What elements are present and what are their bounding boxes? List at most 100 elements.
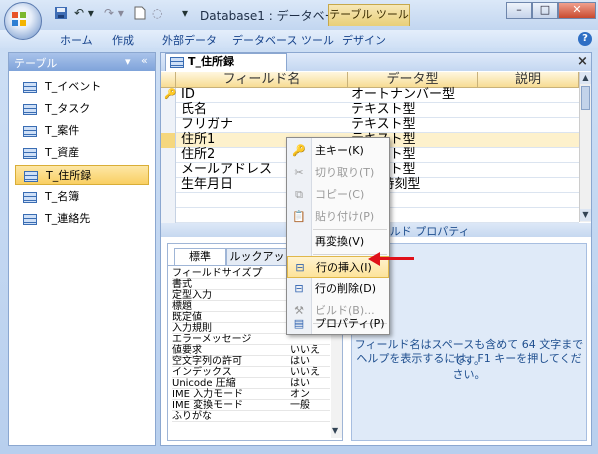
maximize-button[interactable]: □ bbox=[532, 2, 558, 19]
property-row[interactable]: 値要求 いいえ bbox=[172, 345, 330, 356]
menu-item-paste[interactable]: 📋 貼り付け(P) bbox=[287, 206, 389, 228]
annotation-arrow-line bbox=[374, 257, 414, 260]
scroll-thumb[interactable] bbox=[581, 86, 590, 110]
field-name-cell[interactable]: 氏名 bbox=[181, 103, 207, 117]
undo-icon[interactable]: ↶ ▾ bbox=[74, 6, 94, 22]
field-name-cell[interactable]: ID bbox=[181, 88, 195, 102]
quick-access-icon[interactable]: ◌ bbox=[152, 6, 162, 22]
tab-lookup[interactable]: ルックアップ bbox=[226, 248, 288, 279]
row-selector[interactable]: 🔑 bbox=[161, 88, 176, 103]
tab-create[interactable]: 作成 bbox=[112, 32, 134, 48]
data-type-cell[interactable]: テキスト型 bbox=[351, 103, 416, 117]
menu-item-primary-key[interactable]: 🔑 主キー(K) bbox=[287, 140, 389, 162]
scroll-up-icon[interactable]: ▲ bbox=[580, 72, 591, 84]
nav-item-t-roster[interactable]: T_名簿 bbox=[15, 187, 149, 207]
office-logo-icon bbox=[12, 12, 26, 26]
close-button[interactable]: ✕ bbox=[558, 2, 596, 19]
row-selector-header[interactable] bbox=[161, 72, 176, 88]
row-selector[interactable] bbox=[161, 118, 176, 133]
close-icon[interactable]: × bbox=[577, 54, 588, 69]
collapse-pane-icon[interactable]: « bbox=[141, 54, 148, 67]
scroll-down-icon[interactable]: ▼ bbox=[332, 426, 338, 435]
nav-item-t-address[interactable]: T_住所録 bbox=[15, 165, 149, 185]
column-header-data-type[interactable]: データ型 bbox=[348, 72, 478, 88]
table-icon bbox=[23, 147, 37, 159]
nav-item-t-event[interactable]: T_イベント bbox=[15, 77, 149, 97]
menu-item-cut[interactable]: ✂ 切り取り(T) bbox=[287, 162, 389, 184]
table-icon bbox=[23, 103, 37, 115]
grid-scrollbar[interactable]: ▲ ▼ bbox=[579, 72, 591, 222]
document-tab[interactable]: T_住所録 bbox=[165, 53, 287, 71]
navigation-pane: テーブル ▾ « T_イベント T_タスク T_案件 T_資産 T_住所録 T_… bbox=[8, 52, 156, 446]
context-tab-label: テーブル ツール bbox=[328, 4, 410, 26]
context-menu: 🔑 主キー(K) ✂ 切り取り(T) ⧉ コピー(C) 📋 貼り付け(P) 再変換(V)… bbox=[286, 137, 390, 335]
nav-item-t-contact[interactable]: T_連絡先 bbox=[15, 209, 149, 229]
table-icon bbox=[170, 56, 184, 68]
table-row[interactable]: 🔑 ID オートナンバー型 bbox=[161, 88, 579, 103]
field-name-cell[interactable]: 住所1 bbox=[181, 133, 215, 147]
property-row[interactable]: IME 変換モード 一般 bbox=[172, 400, 330, 411]
property-row[interactable]: ふりがな bbox=[172, 411, 330, 422]
table-icon bbox=[23, 125, 37, 137]
chevron-down-icon[interactable]: ▾ bbox=[125, 55, 131, 68]
property-row[interactable]: IME 入力モード オン bbox=[172, 389, 330, 400]
menu-item-delete-row[interactable]: ⊟ 行の削除(D) bbox=[287, 278, 389, 300]
help-icon[interactable]: ? bbox=[578, 32, 592, 46]
nav-item-t-task[interactable]: T_タスク bbox=[15, 99, 149, 119]
field-name-cell[interactable]: 住所2 bbox=[181, 148, 215, 162]
row-selector[interactable] bbox=[161, 133, 176, 148]
customize-qat-icon[interactable]: ▾ bbox=[182, 6, 188, 22]
property-row[interactable]: エラーメッセージ bbox=[172, 334, 330, 345]
nav-item-t-case[interactable]: T_案件 bbox=[15, 121, 149, 141]
key-icon: 🔑 bbox=[164, 89, 177, 100]
tab-design[interactable]: デザイン bbox=[342, 32, 386, 48]
tab-database-tools[interactable]: データベース ツール bbox=[232, 32, 334, 48]
nav-pane-title: テーブル bbox=[14, 57, 58, 70]
field-name-cell[interactable]: フリガナ bbox=[181, 118, 233, 132]
ribbon-tabs: ホーム 作成 外部データ データベース ツール デザイン ? bbox=[0, 30, 598, 48]
table-icon bbox=[23, 191, 37, 203]
field-name-cell[interactable]: 生年月日 bbox=[181, 178, 233, 192]
tab-external-data[interactable]: 外部データ bbox=[162, 32, 217, 48]
field-name-cell[interactable]: メールアドレス bbox=[181, 163, 272, 177]
redo-icon[interactable]: ↷ ▾ bbox=[104, 6, 124, 22]
table-icon bbox=[23, 213, 37, 225]
row-selector[interactable] bbox=[161, 193, 176, 208]
paste-icon: 📋 bbox=[292, 210, 306, 223]
tab-general[interactable]: 標準 bbox=[174, 248, 226, 266]
annotation-arrow-icon bbox=[368, 252, 380, 266]
document-tab-bar: T_住所録 × bbox=[161, 53, 591, 71]
save-icon[interactable] bbox=[54, 6, 68, 22]
insert-row-icon: ⊟ bbox=[295, 261, 305, 274]
row-selector[interactable] bbox=[161, 178, 176, 193]
minimize-button[interactable]: – bbox=[506, 2, 532, 19]
table-row[interactable]: フリガナ テキスト型 bbox=[161, 118, 579, 133]
delete-row-icon: ⊟ bbox=[294, 282, 304, 295]
menu-item-properties[interactable]: ▤ プロパティ(P) bbox=[287, 313, 389, 335]
nav-pane-header[interactable]: テーブル ▾ « bbox=[9, 53, 155, 71]
menu-separator bbox=[313, 229, 387, 230]
row-selector[interactable] bbox=[161, 208, 176, 223]
new-doc-icon[interactable] bbox=[134, 6, 146, 22]
menu-item-reconvert[interactable]: 再変換(V) bbox=[287, 231, 389, 253]
key-icon: 🔑 bbox=[292, 144, 306, 157]
tab-home[interactable]: ホーム bbox=[60, 32, 93, 48]
property-row[interactable]: インデックス いいえ bbox=[172, 367, 330, 378]
nav-item-t-asset[interactable]: T_資産 bbox=[15, 143, 149, 163]
scroll-down-icon[interactable]: ▼ bbox=[580, 209, 591, 221]
row-selector[interactable] bbox=[161, 103, 176, 118]
table-row[interactable]: 氏名 テキスト型 bbox=[161, 103, 579, 118]
column-header-field-name[interactable]: フィールド名 bbox=[176, 72, 348, 88]
copy-icon: ⧉ bbox=[295, 188, 303, 201]
data-type-cell[interactable]: オートナンバー型 bbox=[351, 88, 455, 102]
data-type-cell[interactable]: テキスト型 bbox=[351, 118, 416, 132]
row-selector[interactable] bbox=[161, 163, 176, 178]
column-header-description[interactable]: 説明 bbox=[478, 72, 579, 88]
scissors-icon: ✂ bbox=[294, 166, 304, 179]
row-selector[interactable] bbox=[161, 148, 176, 163]
property-row[interactable]: Unicode 圧縮 はい bbox=[172, 378, 330, 389]
property-row[interactable]: 空文字列の許可 はい bbox=[172, 356, 330, 367]
menu-item-copy[interactable]: ⧉ コピー(C) bbox=[287, 184, 389, 206]
table-icon bbox=[24, 170, 38, 182]
help-text-line-2: ヘルプを表示するには、F1 キーを押してください。 bbox=[356, 352, 582, 381]
